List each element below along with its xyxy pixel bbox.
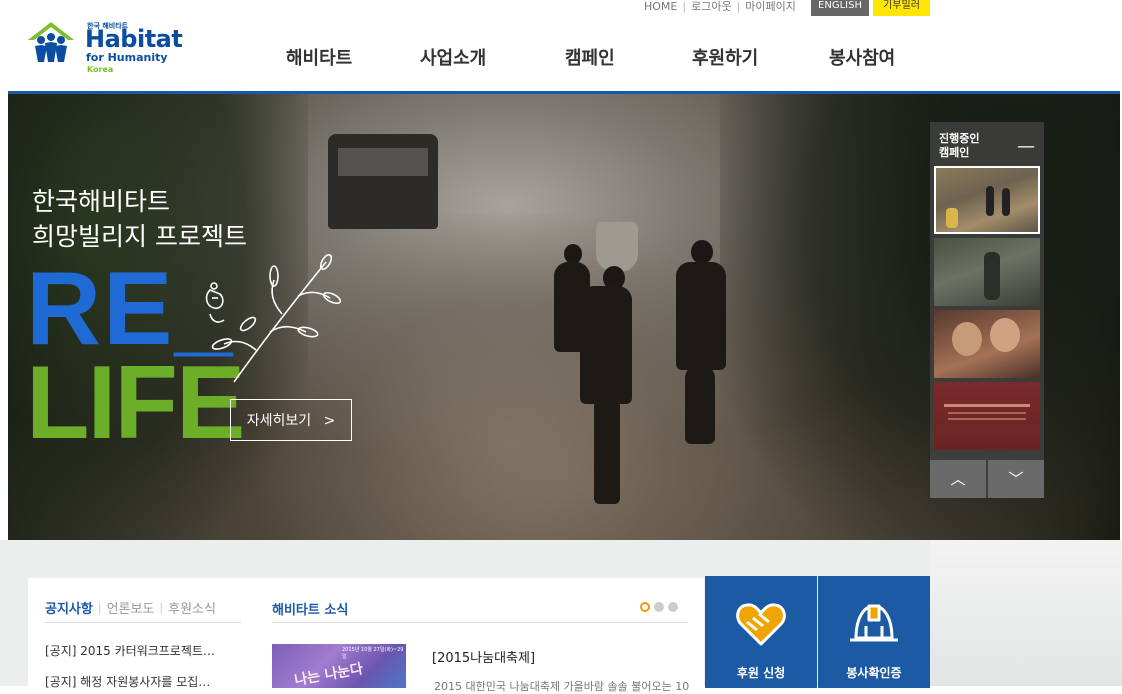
hero-title: 한국해비타트 희망빌리지 프로젝트 bbox=[32, 184, 247, 254]
news-divider bbox=[272, 622, 688, 623]
util-home-link[interactable]: HOME bbox=[644, 0, 677, 13]
thumb-face bbox=[990, 318, 1020, 352]
chevron-right-icon: > bbox=[323, 413, 336, 429]
content-area-right-background bbox=[930, 540, 1122, 686]
hero-more-button[interactable]: 자세히보기 > bbox=[230, 399, 352, 441]
notice-item[interactable]: [공지] 해정 자원봉사자를 모집… bbox=[45, 673, 210, 690]
campaign-thumbnail[interactable] bbox=[934, 310, 1040, 378]
thumb-face bbox=[952, 322, 982, 356]
util-logout-link[interactable]: 로그아웃 bbox=[691, 0, 731, 14]
habitat-logo[interactable]: 한국 해비타트 Habitat for Humanity Korea bbox=[26, 18, 183, 78]
habitat-news: 해비타트 소식 2015년 10월 27일(화)~29일 나는 나눈다 [201… bbox=[254, 578, 704, 693]
pagination-dot[interactable] bbox=[654, 602, 664, 612]
thumb-text-line bbox=[944, 404, 1030, 407]
hero-photo-figure-head bbox=[564, 244, 582, 264]
hero-photo-figure-legs bbox=[685, 364, 715, 444]
donate-shortcut-button[interactable]: 기부밀러 bbox=[873, 0, 930, 16]
notice-tabs: 공지사항 | 언론보도 | 후원소식 bbox=[45, 598, 216, 617]
collapse-icon[interactable]: — bbox=[1017, 138, 1035, 156]
pagination-dot[interactable] bbox=[668, 602, 678, 612]
utility-links: HOME | 로그아웃 | 마이페이지 bbox=[644, 0, 796, 16]
nav-campaign[interactable]: 캠페인 bbox=[565, 44, 615, 70]
branch-illustration-icon bbox=[205, 254, 342, 383]
volunteer-certificate-label: 봉사확인증 bbox=[846, 666, 902, 680]
campaign-panel-title-line2: 캠페인 bbox=[939, 146, 970, 159]
thumb-figure bbox=[1002, 188, 1010, 216]
campaign-thumbnail[interactable] bbox=[934, 382, 1040, 450]
nav-volunteer[interactable]: 봉사참여 bbox=[829, 44, 895, 70]
campaign-up-button[interactable]: ︿ bbox=[930, 460, 986, 498]
hardhat-icon bbox=[850, 604, 898, 642]
notice-board: 공지사항 | 언론보도 | 후원소식 [공지] 2015 카터워크프로젝트… [… bbox=[28, 578, 254, 690]
hero-title-line1: 한국해비타트 bbox=[32, 187, 171, 216]
tab-press[interactable]: 언론보도 bbox=[107, 598, 155, 617]
volunteer-certificate-button[interactable]: 봉사확인증 bbox=[818, 576, 930, 688]
news-thumbnail-text: 나는 나눈다 bbox=[293, 661, 365, 688]
logo-korea-text: Korea bbox=[87, 65, 114, 74]
hero-banner: 한국해비타트 희망빌리지 프로젝트 RE_ LIFE 자세히보기 > 진행중인 … bbox=[8, 94, 1120, 540]
hero-photo-water-pot bbox=[596, 222, 638, 272]
notice-item[interactable]: [공지] 2015 카터워크프로젝트… bbox=[45, 642, 215, 659]
chevron-down-icon: ﹀ bbox=[1008, 470, 1024, 488]
news-pagination bbox=[640, 602, 678, 612]
campaign-down-button[interactable]: ﹀ bbox=[988, 460, 1044, 498]
thumb-figure bbox=[946, 208, 958, 228]
thumb-figure bbox=[986, 186, 994, 216]
habitat-house-icon bbox=[28, 22, 74, 62]
tab-donor-news[interactable]: 후원소식 bbox=[168, 598, 216, 617]
campaign-thumbnail[interactable] bbox=[934, 238, 1040, 306]
news-thumbnail-date: 2015년 10월 27일(화)~29일 bbox=[342, 647, 404, 660]
news-headline[interactable]: [2015나눔대축제] bbox=[432, 647, 535, 666]
campaign-panel-title: 진행중인 캠페인 bbox=[939, 132, 979, 160]
nav-habitat[interactable]: 해비타트 bbox=[286, 44, 352, 70]
english-button[interactable]: ENGLISH bbox=[811, 0, 869, 16]
nav-donate[interactable]: 후원하기 bbox=[692, 44, 758, 70]
hero-photo-trees-right bbox=[720, 94, 1120, 540]
hero-photo-vehicle-window bbox=[338, 148, 428, 176]
handshake-heart-icon bbox=[736, 603, 786, 646]
hero-photo-figure bbox=[554, 262, 590, 352]
util-mypage-link[interactable]: 마이페이지 bbox=[745, 0, 796, 14]
chevron-up-icon: ︿ bbox=[950, 470, 966, 488]
donate-apply-button[interactable]: 후원 신청 bbox=[705, 576, 817, 688]
hero-photo-figure bbox=[676, 262, 726, 370]
news-description: 2015 대한민국 나눔대축제 가을바람 솔솔 불어오는 10 bbox=[434, 680, 690, 693]
util-separator: | bbox=[736, 0, 741, 13]
hero-title-line2: 희망빌리지 프로젝트 bbox=[32, 222, 247, 251]
util-separator: | bbox=[682, 0, 687, 13]
pagination-dot-active[interactable] bbox=[640, 602, 650, 612]
news-thumbnail[interactable]: 2015년 10월 27일(화)~29일 나는 나눈다 bbox=[272, 644, 406, 688]
tab-notice[interactable]: 공지사항 bbox=[45, 598, 93, 617]
nav-business[interactable]: 사업소개 bbox=[420, 44, 486, 70]
donate-apply-label: 후원 신청 bbox=[736, 666, 786, 680]
thumb-figure bbox=[984, 252, 1000, 300]
thumb-text-line bbox=[948, 418, 1026, 420]
notice-divider bbox=[45, 622, 241, 623]
logo-subtitle: for Humanity bbox=[86, 51, 168, 64]
site-header: 한국 해비타트 Habitat for Humanity Korea HOME … bbox=[0, 0, 1122, 94]
campaign-slider-panel: 진행중인 캠페인 — ︿ ﹀ bbox=[930, 122, 1044, 498]
hero-photo-figure-head bbox=[691, 240, 713, 264]
hero-photo-figure-legs bbox=[594, 394, 620, 504]
campaign-panel-title-line1: 진행중인 bbox=[939, 132, 980, 145]
news-title: 해비타트 소식 bbox=[272, 603, 349, 618]
thumb-text-line bbox=[948, 412, 1026, 414]
tab-separator: | bbox=[97, 601, 102, 614]
logo-habitat-text: Habitat bbox=[85, 25, 183, 53]
tab-separator: | bbox=[159, 601, 164, 614]
hero-more-label: 자세히보기 bbox=[246, 413, 312, 429]
campaign-thumbnail[interactable] bbox=[934, 166, 1040, 234]
